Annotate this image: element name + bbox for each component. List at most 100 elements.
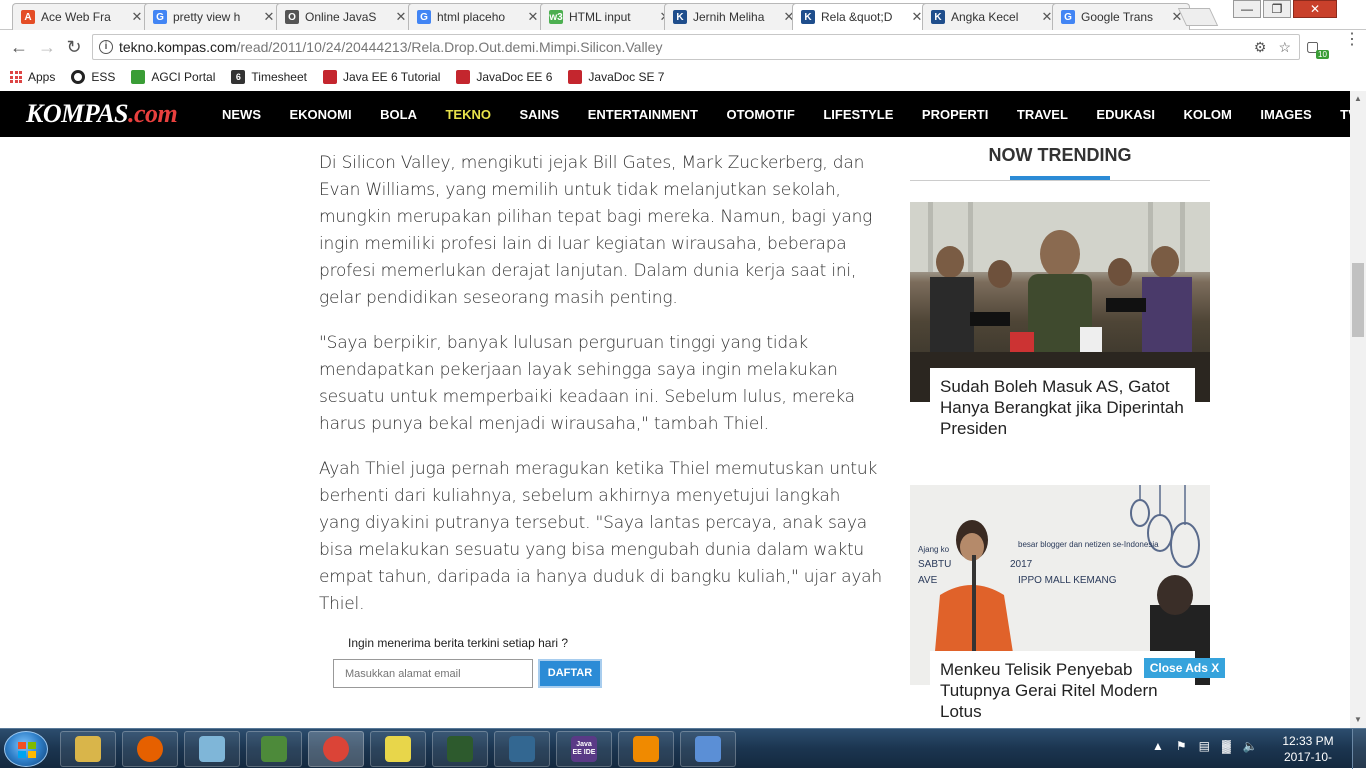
taskbar-terminal-button[interactable] bbox=[432, 731, 488, 767]
system-tray: ▲ ⚑ ▤ ▓ 🔈 bbox=[1152, 739, 1258, 753]
nav-item-kolom[interactable]: KOLOM bbox=[1183, 107, 1231, 122]
taskbar-editor-button[interactable] bbox=[246, 731, 302, 767]
back-button[interactable]: ← bbox=[8, 36, 30, 58]
browser-toolbar: ← → ↻ i tekno.kompas.com/read/2011/10/24… bbox=[0, 30, 1366, 64]
scroll-up-arrow[interactable]: ▲ bbox=[1350, 91, 1366, 107]
tab-label: Jernih Meliha bbox=[693, 10, 765, 24]
bookmark-item[interactable]: 6 Timesheet bbox=[231, 70, 307, 84]
menu-icon[interactable]: ⋮ bbox=[1344, 32, 1360, 48]
taskbar-java-ee-ide-button[interactable]: Java EE IDE bbox=[556, 731, 612, 767]
network-icon[interactable]: ▓ bbox=[1222, 739, 1231, 753]
kompas-logo[interactable]: KOMPAS.com bbox=[26, 99, 178, 129]
tab-close-icon[interactable]: ✕ bbox=[263, 9, 275, 25]
clock-time: 12:33 PM bbox=[1282, 734, 1334, 748]
extension-badge: 10 bbox=[1316, 50, 1329, 59]
browser-tab[interactable]: O Online JavaS ✕ bbox=[276, 3, 414, 30]
trending-title-1[interactable]: Sudah Boleh Masuk AS, Gatot Hanya Berang… bbox=[930, 368, 1195, 443]
nav-item-properti[interactable]: PROPERTI bbox=[922, 107, 988, 122]
banner-text: IPPO MALL KEMANG bbox=[1018, 575, 1117, 586]
scroll-down-arrow[interactable]: ▼ bbox=[1350, 712, 1366, 728]
volume-icon[interactable]: 🔈 bbox=[1243, 739, 1258, 753]
bookmark-item[interactable]: AGCI Portal bbox=[131, 70, 215, 84]
browser-tab[interactable]: K Jernih Meliha ✕ bbox=[664, 3, 802, 30]
tab-close-icon[interactable]: ✕ bbox=[527, 9, 539, 25]
ring-icon bbox=[71, 70, 86, 84]
system-clock[interactable]: 12:33 PM 2017-10-24 bbox=[1278, 733, 1338, 781]
taskbar-sticky-notes-button[interactable] bbox=[370, 731, 426, 767]
bookmark-label: Apps bbox=[28, 70, 56, 84]
tab-favicon-icon: A bbox=[21, 10, 35, 24]
nav-menu: NEWS EKONOMI BOLA TEKNO SAINS ENTERTAINMENT OT… bbox=[222, 91, 1366, 137]
bookmark-item[interactable]: JavaDoc SE 7 bbox=[568, 70, 664, 84]
taskbar-postgres-button[interactable] bbox=[494, 731, 550, 767]
nav-item-ekonomi[interactable]: EKONOMI bbox=[290, 107, 352, 122]
taskbar-vlc-button[interactable] bbox=[618, 731, 674, 767]
trending-divider bbox=[910, 180, 1210, 181]
tab-label: HTML input bbox=[569, 10, 631, 24]
browser-tab[interactable]: Ghtml placeho ✕ bbox=[408, 3, 546, 30]
bookmark-item[interactable]: ESS bbox=[71, 70, 115, 84]
taskbar-firefox-button[interactable] bbox=[122, 731, 178, 767]
calendar-icon: 6 bbox=[231, 70, 246, 84]
email-field[interactable] bbox=[333, 659, 533, 688]
article-body: Di Silicon Valley, mengikuti jejak Bill … bbox=[319, 150, 884, 636]
clock-date: 2017-10-24 bbox=[1283, 750, 1333, 780]
tab-favicon-icon: O bbox=[285, 10, 299, 24]
taskbar-file-explorer-button[interactable] bbox=[60, 731, 116, 767]
article-paragraph: "Saya berpikir, banyak lulusan perguruan… bbox=[319, 333, 855, 434]
tab-favicon-icon: G bbox=[417, 10, 431, 24]
reload-button[interactable]: ↻ bbox=[63, 36, 85, 58]
bookmark-item[interactable]: Apps bbox=[10, 70, 55, 84]
browser-tab[interactable]: w3HTML input✕ bbox=[540, 3, 678, 30]
bookmark-item[interactable]: JavaDoc EE 6 bbox=[456, 70, 552, 84]
tab-favicon-icon: G bbox=[1061, 10, 1075, 24]
taskbar-notes-button[interactable] bbox=[184, 731, 240, 767]
bookmark-star-icon[interactable]: ☆ bbox=[1278, 39, 1291, 56]
show-hidden-icons-icon[interactable]: ▲ bbox=[1152, 739, 1164, 753]
forward-button[interactable]: → bbox=[36, 36, 58, 58]
browser-tab[interactable]: G Google Trans ✕ bbox=[1052, 3, 1190, 30]
start-button[interactable] bbox=[4, 731, 48, 767]
taskbar-chrome-button[interactable] bbox=[308, 731, 364, 767]
paint-icon bbox=[695, 736, 721, 762]
browser-tab[interactable]: K Angka Kecel ✕ bbox=[922, 3, 1060, 30]
device-icon[interactable]: ▤ bbox=[1199, 739, 1210, 753]
editor-icon bbox=[261, 736, 287, 762]
action-center-icon[interactable]: ⚑ bbox=[1176, 739, 1187, 753]
close-window-button[interactable]: ✕ bbox=[1293, 0, 1337, 18]
nav-item-sains[interactable]: SAINS bbox=[519, 107, 559, 122]
scroll-thumb[interactable] bbox=[1352, 263, 1364, 337]
tab-close-icon[interactable]: ✕ bbox=[131, 9, 143, 25]
translate-icon[interactable]: ⚙ bbox=[1254, 39, 1267, 56]
nav-item-bola[interactable]: BOLA bbox=[380, 107, 417, 122]
nav-item-images[interactable]: IMAGES bbox=[1260, 107, 1311, 122]
tab-strip: A Ace Web Fra ✕ Gpretty view h ✕ O Online Java… bbox=[0, 0, 1366, 30]
nav-item-tekno[interactable]: TEKNO bbox=[445, 107, 491, 122]
browser-tab[interactable]: Gpretty view h ✕ bbox=[144, 3, 282, 30]
browser-tab[interactable]: K Rela &quot;D ✕ bbox=[792, 3, 930, 30]
trending-accent-bar bbox=[1010, 176, 1110, 180]
taskbar-paint-button[interactable] bbox=[680, 731, 736, 767]
daftar-button[interactable]: DAFTAR bbox=[538, 659, 602, 688]
nav-item-news[interactable]: NEWS bbox=[222, 107, 261, 122]
address-bar[interactable]: i tekno.kompas.com/read/2011/10/24/20444… bbox=[92, 34, 1300, 60]
info-icon[interactable]: i bbox=[99, 40, 113, 54]
close-ads-button[interactable]: Close Ads X bbox=[1144, 658, 1225, 678]
bookmarks-bar: Apps ESS AGCI Portal 6 Timesheet Java EE 6 Tu… bbox=[0, 64, 1366, 90]
tab-close-icon[interactable]: ✕ bbox=[395, 9, 407, 25]
bookmark-item[interactable]: Java EE 6 Tutorial bbox=[322, 70, 440, 84]
url-domain: tekno.kompas.com bbox=[119, 39, 237, 55]
page-scrollbar[interactable]: ▲ ▼ bbox=[1350, 91, 1366, 728]
nav-item-otomotif[interactable]: OTOMOTIF bbox=[726, 107, 794, 122]
nav-item-edukasi[interactable]: EDUKASI bbox=[1096, 107, 1155, 122]
show-desktop-button[interactable] bbox=[1352, 729, 1366, 769]
restore-button[interactable]: ❐ bbox=[1263, 0, 1291, 18]
tab-label: Ace Web Fra bbox=[41, 10, 111, 24]
logo-main: KOMPAS bbox=[26, 99, 129, 128]
nav-item-travel[interactable]: TRAVEL bbox=[1017, 107, 1068, 122]
minimize-button[interactable]: — bbox=[1233, 0, 1261, 18]
browser-tab[interactable]: A Ace Web Fra ✕ bbox=[12, 3, 150, 30]
apps-grid-icon bbox=[10, 71, 22, 83]
nav-item-entertainment[interactable]: ENTERTAINMENT bbox=[588, 107, 698, 122]
nav-item-lifestyle[interactable]: LIFESTYLE bbox=[823, 107, 893, 122]
